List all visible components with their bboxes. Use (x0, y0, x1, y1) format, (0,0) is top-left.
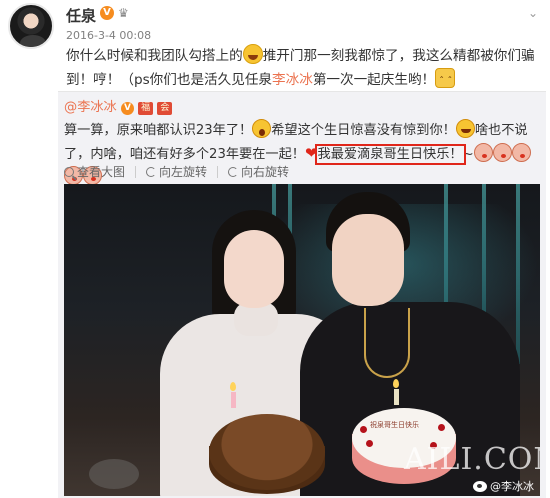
smile-emoji-icon (455, 119, 475, 138)
repost-text-1: 算一算，原来咱都认识23年了！ (64, 123, 253, 138)
view-large-button[interactable]: 查看大图 (64, 163, 125, 180)
woman-face (224, 230, 284, 308)
post-text-3: 第一次一起庆生哟！ (312, 72, 436, 88)
candle-flame (230, 382, 236, 391)
author-name[interactable]: 任泉 (66, 5, 96, 26)
berry (438, 424, 445, 431)
table-plate (89, 459, 139, 489)
grin-emoji-icon (242, 44, 263, 64)
rotate-right-icon (228, 166, 239, 177)
repost-author-link[interactable]: @李冰冰 (64, 100, 117, 115)
weibo-watermark-text: @李冰冰 (490, 480, 534, 493)
member-badge-icon: 福 (138, 102, 154, 115)
post-text-1: 你什么时候和我团队勾搭上的 (66, 48, 243, 64)
rotate-left-icon (146, 166, 157, 177)
highlighted-text: 我最爱滴泉哥生日快乐！ (314, 144, 466, 165)
post-text: 你什么时候和我团队勾搭上的 推开门那一刻我都惊了，我这么精都被你们骗到！哼！（ps… (66, 44, 536, 94)
tilde-text: ~ (462, 147, 474, 162)
candle-flame (393, 379, 399, 388)
toolbar-divider (217, 165, 219, 178)
post-timestamp[interactable]: 2016-3-4 00:08 (66, 29, 151, 42)
rotate-right-button[interactable]: 向右旋转 (228, 163, 289, 180)
zoom-icon (64, 166, 74, 177)
man-necklace (364, 308, 410, 378)
weibo-watermark: @李冰冰 (473, 478, 534, 494)
chevron-down-icon[interactable]: ⌄ (528, 6, 538, 20)
crown-icon: ♛ (118, 6, 129, 20)
heart-icon: ❤ (304, 144, 318, 162)
berry (360, 426, 367, 433)
toolbar-divider (135, 165, 137, 178)
berry (366, 440, 373, 447)
rotate-left-label: 向左旋转 (159, 165, 208, 179)
shocked-emoji-icon (252, 119, 272, 138)
cat-emoji-icon (435, 68, 456, 94)
rotate-left-button[interactable]: 向左旋转 (146, 163, 207, 180)
vip-badge-icon: 会 (157, 102, 173, 115)
view-large-label: 查看大图 (77, 165, 126, 179)
verified-icon: V (120, 102, 134, 115)
kiss-emoji-icon (511, 143, 531, 162)
repost-box: @李冰冰 V 福 会 算一算，原来咱都认识23年了！ 希望这个生日惊喜没有惊到你！… (58, 91, 546, 498)
mention-link[interactable]: 李冰冰 (272, 72, 313, 88)
user-avatar[interactable] (8, 3, 54, 49)
avatar-shirt (20, 35, 46, 47)
image-toolbar: 查看大图 向左旋转 向右旋转 (64, 163, 289, 180)
chocolate-cake (209, 414, 325, 490)
number-candle (394, 389, 399, 405)
weibo-icon (473, 480, 487, 492)
cake-text: 祝泉哥生日快乐 (370, 421, 419, 429)
verified-icon: V (100, 6, 114, 20)
rotate-right-label: 向右旋转 (241, 165, 290, 179)
aili-watermark: AILI.COM (404, 442, 540, 477)
post-photo[interactable]: 祝泉哥生日快乐 AILI.COM @李冰冰 (64, 184, 540, 496)
kiss-emoji-icon (473, 143, 493, 162)
repost-text-2: 希望这个生日惊喜没有惊到你！ (271, 123, 456, 138)
kiss-emoji-icon (492, 143, 512, 162)
candle (231, 392, 236, 408)
man-face (332, 214, 404, 306)
